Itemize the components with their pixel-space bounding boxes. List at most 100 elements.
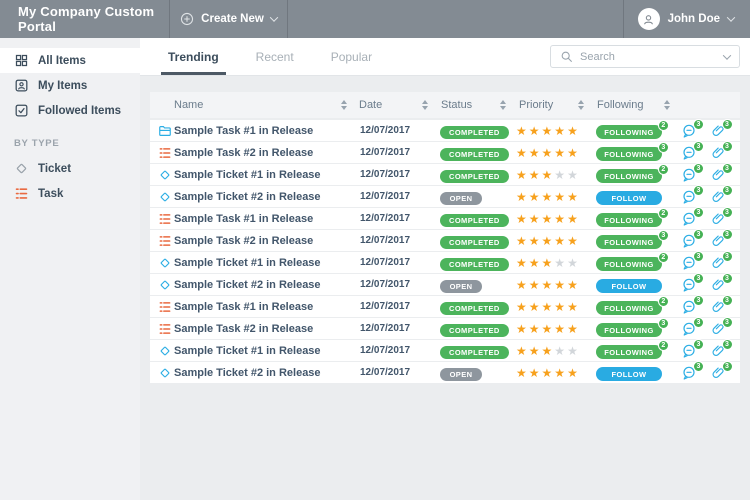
row-name-link[interactable]: Sample Task #1 in Release: [174, 125, 336, 137]
star-icon[interactable]: ★: [516, 125, 527, 137]
star-icon[interactable]: ★: [567, 169, 578, 181]
star-icon[interactable]: ★: [516, 257, 527, 269]
star-icon[interactable]: ★: [529, 125, 540, 137]
attachments-button[interactable]: 3: [711, 365, 726, 380]
star-icon[interactable]: ★: [567, 235, 578, 247]
row-name-link[interactable]: Sample Ticket #2 in Release: [174, 367, 336, 379]
follow-toggle-button[interactable]: FOLLOWING 2: [596, 213, 662, 227]
user-menu[interactable]: John Doe: [623, 0, 750, 38]
table-row[interactable]: Sample Task #2 in Release 12/07/2017 COM…: [150, 142, 740, 163]
attachments-button[interactable]: 3: [711, 299, 726, 314]
star-icon[interactable]: ★: [542, 169, 553, 181]
star-icon[interactable]: ★: [516, 191, 527, 203]
star-icon[interactable]: ★: [554, 279, 565, 291]
star-icon[interactable]: ★: [529, 213, 540, 225]
star-icon[interactable]: ★: [529, 279, 540, 291]
table-row[interactable]: Sample Task #2 in Release 12/07/2017 COM…: [150, 230, 740, 251]
follow-toggle-button[interactable]: FOLLOWING 3: [596, 147, 662, 161]
star-icon[interactable]: ★: [516, 147, 527, 159]
table-row[interactable]: Sample Task #1 in Release 12/07/2017 COM…: [150, 208, 740, 229]
row-name-link[interactable]: Sample Task #1 in Release: [174, 301, 336, 313]
follow-toggle-button[interactable]: FOLLOWING 3: [596, 235, 662, 249]
follow-toggle-button[interactable]: FOLLOW: [596, 279, 662, 293]
follow-toggle-button[interactable]: FOLLOW: [596, 191, 662, 205]
search-input[interactable]: [580, 51, 717, 63]
star-icon[interactable]: ★: [567, 323, 578, 335]
comments-button[interactable]: 3: [681, 211, 697, 227]
follow-toggle-button[interactable]: FOLLOWING 2: [596, 345, 662, 359]
sort-icon[interactable]: [578, 100, 584, 110]
row-name-link[interactable]: Sample Task #2 in Release: [174, 323, 336, 335]
star-icon[interactable]: ★: [567, 257, 578, 269]
table-row[interactable]: Sample Ticket #2 in Release 12/07/2017 O…: [150, 186, 740, 207]
column-header-date[interactable]: Date: [352, 99, 416, 111]
follow-toggle-button[interactable]: FOLLOW: [596, 367, 662, 381]
sort-icon[interactable]: [422, 100, 428, 110]
tab-popular[interactable]: Popular: [331, 38, 372, 75]
sort-icon[interactable]: [500, 100, 506, 110]
star-icon[interactable]: ★: [529, 301, 540, 313]
star-icon[interactable]: ★: [567, 367, 578, 379]
comments-button[interactable]: 3: [681, 343, 697, 359]
star-icon[interactable]: ★: [542, 345, 553, 357]
follow-toggle-button[interactable]: FOLLOWING 2: [596, 169, 662, 183]
star-icon[interactable]: ★: [554, 147, 565, 159]
attachments-button[interactable]: 3: [711, 167, 726, 182]
sidebar-item-task[interactable]: Task: [0, 181, 140, 206]
attachments-button[interactable]: 3: [711, 343, 726, 358]
column-header-following[interactable]: Following: [590, 99, 660, 111]
star-icon[interactable]: ★: [529, 345, 540, 357]
table-row[interactable]: Sample Ticket #2 in Release 12/07/2017 O…: [150, 362, 740, 383]
star-icon[interactable]: ★: [529, 323, 540, 335]
star-icon[interactable]: ★: [542, 367, 553, 379]
sidebar-item-all-items[interactable]: All Items: [0, 48, 140, 73]
star-icon[interactable]: ★: [567, 147, 578, 159]
comments-button[interactable]: 3: [681, 167, 697, 183]
star-icon[interactable]: ★: [529, 147, 540, 159]
follow-toggle-button[interactable]: FOLLOWING 2: [596, 257, 662, 271]
star-icon[interactable]: ★: [554, 301, 565, 313]
star-icon[interactable]: ★: [516, 367, 527, 379]
star-icon[interactable]: ★: [529, 235, 540, 247]
row-name-link[interactable]: Sample Ticket #2 in Release: [174, 191, 336, 203]
star-icon[interactable]: ★: [554, 257, 565, 269]
follow-toggle-button[interactable]: FOLLOWING 3: [596, 323, 662, 337]
star-icon[interactable]: ★: [542, 213, 553, 225]
follow-toggle-button[interactable]: FOLLOWING 2: [596, 125, 662, 139]
star-icon[interactable]: ★: [567, 279, 578, 291]
comments-button[interactable]: 3: [681, 255, 697, 271]
attachments-button[interactable]: 3: [711, 233, 726, 248]
star-icon[interactable]: ★: [542, 147, 553, 159]
star-icon[interactable]: ★: [567, 191, 578, 203]
star-icon[interactable]: ★: [516, 301, 527, 313]
follow-toggle-button[interactable]: FOLLOWING 2: [596, 301, 662, 315]
sort-icon[interactable]: [341, 100, 347, 110]
attachments-button[interactable]: 3: [711, 189, 726, 204]
row-name-link[interactable]: Sample Ticket #1 in Release: [174, 345, 336, 357]
star-icon[interactable]: ★: [554, 345, 565, 357]
sort-icon[interactable]: [664, 100, 670, 110]
star-icon[interactable]: ★: [542, 279, 553, 291]
row-name-link[interactable]: Sample Ticket #2 in Release: [174, 279, 336, 291]
star-icon[interactable]: ★: [554, 125, 565, 137]
row-name-link[interactable]: Sample Task #2 in Release: [174, 147, 336, 159]
attachments-button[interactable]: 3: [711, 255, 726, 270]
column-header-status[interactable]: Status: [434, 99, 494, 111]
star-icon[interactable]: ★: [542, 235, 553, 247]
comments-button[interactable]: 3: [681, 321, 697, 337]
star-icon[interactable]: ★: [567, 213, 578, 225]
comments-button[interactable]: 3: [681, 365, 697, 381]
comments-button[interactable]: 3: [681, 123, 697, 139]
create-new-button[interactable]: Create New: [170, 0, 288, 38]
sidebar-item-followed-items[interactable]: Followed Items: [0, 98, 140, 123]
star-icon[interactable]: ★: [529, 191, 540, 203]
star-icon[interactable]: ★: [516, 345, 527, 357]
row-name-link[interactable]: Sample Task #2 in Release: [174, 235, 336, 247]
sidebar-item-ticket[interactable]: Ticket: [0, 156, 140, 181]
star-icon[interactable]: ★: [542, 323, 553, 335]
star-icon[interactable]: ★: [567, 345, 578, 357]
table-row[interactable]: Sample Ticket #1 in Release 12/07/2017 C…: [150, 252, 740, 273]
star-icon[interactable]: ★: [516, 279, 527, 291]
row-name-link[interactable]: Sample Task #1 in Release: [174, 213, 336, 225]
attachments-button[interactable]: 3: [711, 123, 726, 138]
